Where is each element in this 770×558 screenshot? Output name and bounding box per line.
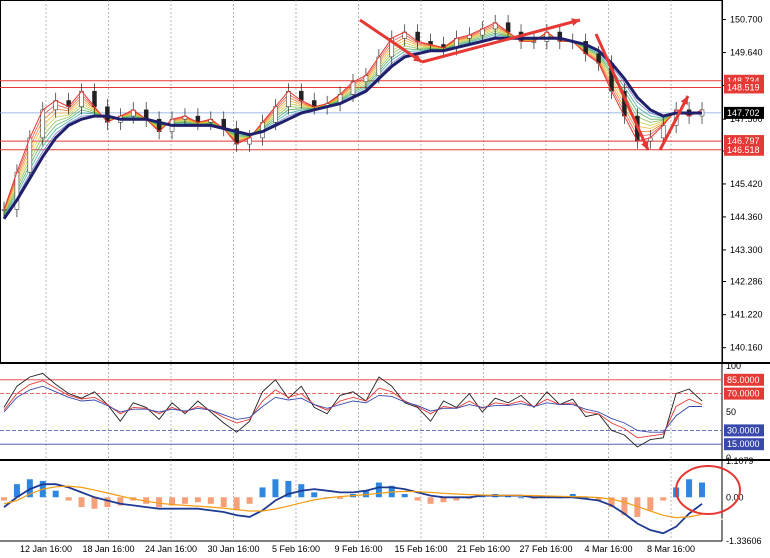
x-tick-label: 30 Jan 16:00 — [207, 544, 259, 554]
macd-histogram-bar — [272, 479, 279, 498]
macd-histogram-bar — [686, 479, 693, 498]
macd-histogram-bar — [699, 482, 705, 498]
x-tick-label: 24 Jan 16:00 — [145, 544, 197, 554]
y-tick-label: 145.420 — [730, 179, 763, 189]
x-tick-label: 12 Jan 16:00 — [20, 544, 72, 554]
y-tick-label: 150.700 — [730, 15, 763, 25]
osc-level-tag-label: 15.0000 — [727, 439, 760, 449]
y-tick-label: 143.300 — [730, 245, 763, 255]
x-tick-label: 8 Mar 16:00 — [647, 544, 695, 554]
macd-histogram-bar — [311, 492, 318, 498]
macd-histogram-bar — [91, 497, 98, 509]
price-tag-label: 146.518 — [727, 145, 760, 155]
chart-background — [0, 0, 770, 558]
time-axis: 12 Jan 16:00 18 Jan 16:00 24 Jan 16:00 30 J… — [20, 544, 695, 554]
y-tick-label: 144.360 — [730, 212, 763, 222]
macd-histogram-bar — [427, 497, 434, 504]
macd-histogram-bar — [207, 497, 214, 504]
osc-level-tag-label: 70.0000 — [727, 389, 760, 399]
osc-level-tag-label: 30.0000 — [727, 425, 760, 435]
osc-tick-label: 100 — [726, 361, 741, 371]
macd-histogram-bar — [52, 490, 59, 498]
y-tick-label: 141.220 — [730, 310, 763, 320]
x-tick-label: 27 Feb 16:00 — [519, 544, 572, 554]
macd-histogram-bar — [233, 497, 240, 511]
macd-tick-label: 1.1079 — [726, 456, 754, 466]
y-tick-label: 149.640 — [730, 48, 763, 58]
forex-chart[interactable]: 85.000070.000030.000015.0000100500 1.107… — [0, 0, 770, 558]
x-tick-label: 21 Feb 16:00 — [457, 544, 510, 554]
watermark-text: @TVGM — [700, 515, 755, 531]
price-tag-label: 148.519 — [727, 82, 760, 92]
macd-histogram-bar — [337, 497, 344, 499]
macd-histogram-bar — [518, 497, 525, 499]
macd-histogram-bar — [220, 497, 227, 508]
x-tick-label: 4 Mar 16:00 — [584, 544, 632, 554]
y-tick-label: 142.286 — [730, 276, 763, 286]
x-tick-label: 18 Jan 16:00 — [82, 544, 134, 554]
macd-histogram-bar — [647, 497, 654, 511]
x-tick-label: 15 Feb 16:00 — [394, 544, 447, 554]
macd-tick-label: 0.00 — [726, 492, 744, 502]
macd-tick-label: -1.33606 — [726, 536, 762, 546]
osc-level-tag-label: 85.0000 — [727, 375, 760, 385]
macd-histogram-bar — [156, 497, 163, 508]
x-tick-label: 5 Feb 16:00 — [272, 544, 320, 554]
macd-histogram-bar — [78, 497, 85, 508]
macd-histogram-bar — [65, 497, 72, 501]
macd-histogram-bar — [194, 497, 201, 503]
macd-histogram-bar — [246, 497, 253, 504]
macd-histogram-bar — [375, 482, 382, 498]
osc-tick-label: 50 — [726, 407, 736, 417]
macd-histogram-bar — [181, 497, 188, 504]
price-tag-label: 147.702 — [727, 108, 760, 118]
macd-histogram-bar — [660, 497, 667, 501]
macd-histogram-bar — [401, 493, 408, 498]
macd-histogram-bar — [259, 487, 266, 498]
macd-histogram-bar — [1, 497, 7, 501]
y-tick-label: 140.160 — [730, 343, 763, 353]
candle-body — [1, 209, 7, 211]
x-tick-label: 9 Feb 16:00 — [334, 544, 382, 554]
macd-histogram-bar — [414, 497, 421, 501]
macd-histogram-bar — [104, 497, 111, 508]
